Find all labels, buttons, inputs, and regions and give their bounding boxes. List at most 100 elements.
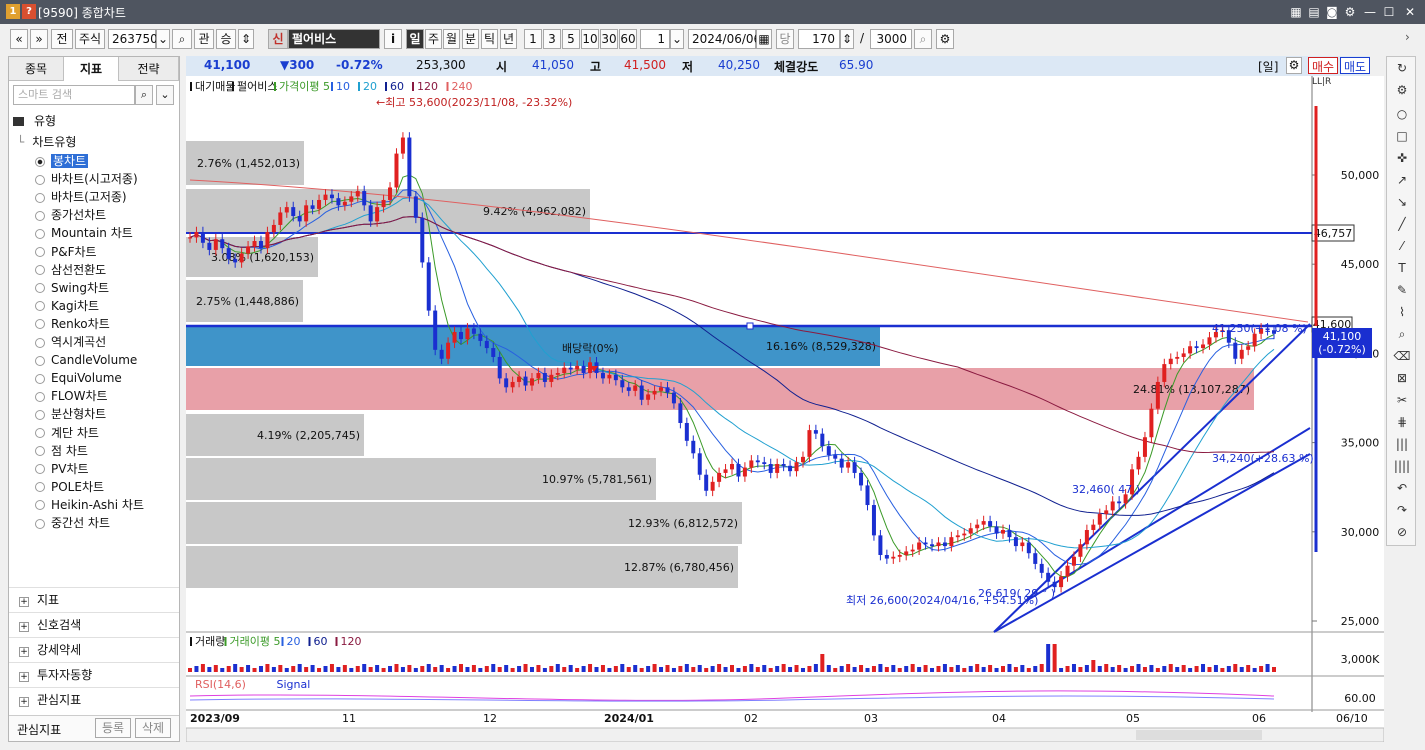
plus-icon[interactable]: + xyxy=(19,597,29,607)
section-2[interactable]: + 강세약세 xyxy=(9,637,179,662)
chart-type-option[interactable]: Renko차트 xyxy=(35,315,110,333)
section-3[interactable]: + 투자자동향 xyxy=(9,662,179,687)
radio-icon[interactable] xyxy=(35,228,45,239)
plus-icon[interactable]: + xyxy=(19,697,29,707)
pen-tool-icon[interactable]: ✎ xyxy=(1392,281,1412,299)
period-year[interactable]: 년 xyxy=(500,29,517,49)
gwan-button[interactable]: 관 xyxy=(194,29,214,49)
magnify-tool-icon[interactable]: ⌕ xyxy=(1392,325,1412,343)
search-icon[interactable]: ⌕ xyxy=(135,85,153,105)
toolbar-settings-icon[interactable]: ⚙ xyxy=(936,29,954,49)
type-button[interactable]: 주식 xyxy=(75,29,105,49)
chart-type-option[interactable]: 분산형차트 xyxy=(35,405,106,423)
line-tool-icon[interactable]: ╱ xyxy=(1392,215,1412,233)
calendar-icon[interactable]: ▦ xyxy=(756,29,772,49)
unit-input[interactable]: 1 xyxy=(640,29,670,49)
rectangle-tool-icon[interactable]: □ xyxy=(1392,127,1412,145)
scissors-icon[interactable]: ✂ xyxy=(1392,391,1412,409)
tab-indicator[interactable]: 지표 xyxy=(64,57,119,81)
chart-type-option[interactable]: Mountain 차트 xyxy=(35,224,133,242)
chart-type-option[interactable]: 계단 차트 xyxy=(35,424,99,442)
chart-type-option[interactable]: 봉차트 xyxy=(35,152,89,170)
maximize-icon[interactable]: ☐ xyxy=(1381,4,1397,20)
unit-dropdown-icon[interactable]: ⌄ xyxy=(670,29,684,49)
num-60[interactable]: 60 xyxy=(619,29,637,49)
gann-icon[interactable]: ⋕ xyxy=(1392,413,1412,431)
stock-name[interactable]: 펄어비스 xyxy=(288,29,380,49)
text-tool-icon[interactable]: T xyxy=(1392,259,1412,277)
date-input[interactable]: 2024/06/06 xyxy=(688,29,761,49)
num-1[interactable]: 1 xyxy=(524,29,542,49)
dang-button[interactable]: 당 xyxy=(776,29,794,49)
cross-tool-icon[interactable]: ✜ xyxy=(1392,149,1412,167)
radio-icon[interactable] xyxy=(35,518,45,529)
chart-type-option[interactable]: Heikin-Ashi 차트 xyxy=(35,496,144,514)
chart-svg[interactable]: 2.76% (1,452,013)9.42% (4,962,082)3.08% … xyxy=(185,76,1385,743)
type-folder[interactable]: 유형 xyxy=(13,112,56,130)
chart-type-group[interactable]: └ 차트유형 xyxy=(17,133,76,151)
radio-icon[interactable] xyxy=(35,446,45,457)
chart-type-option[interactable]: PV차트 xyxy=(35,460,89,478)
vertical-lines2-icon[interactable]: |||| xyxy=(1392,457,1412,475)
plus-icon[interactable]: + xyxy=(19,647,29,657)
chart-type-option[interactable]: 중간선 차트 xyxy=(35,514,110,532)
settings-icon[interactable]: ⚙ xyxy=(1342,4,1358,20)
fib-tool-icon[interactable]: ⌇ xyxy=(1392,303,1412,321)
chart-type-option[interactable]: CandleVolume xyxy=(35,351,137,369)
section-4[interactable]: + 관심지표 xyxy=(9,687,179,712)
num-3[interactable]: 3 xyxy=(543,29,561,49)
radio-icon[interactable] xyxy=(35,500,45,511)
period-minute[interactable]: 분 xyxy=(462,29,479,49)
close-icon[interactable]: ✕ xyxy=(1402,4,1418,20)
chart-type-option[interactable]: 삼선전환도 xyxy=(35,261,106,279)
total-input[interactable]: 3000 xyxy=(870,29,912,49)
radio-icon[interactable] xyxy=(35,373,45,384)
radio-icon[interactable] xyxy=(35,265,45,276)
jeon-button[interactable]: 전 xyxy=(51,29,73,49)
radio-icon[interactable] xyxy=(35,301,45,312)
undo-icon[interactable]: ↶ xyxy=(1392,479,1412,497)
radio-icon[interactable] xyxy=(35,283,45,294)
radio-icon[interactable] xyxy=(35,391,45,402)
chart-type-option[interactable]: 역시계곡선 xyxy=(35,333,106,351)
chart-type-option[interactable]: FLOW차트 xyxy=(35,387,108,405)
chart-type-option[interactable]: Swing차트 xyxy=(35,279,109,297)
radio-icon[interactable] xyxy=(35,464,45,475)
radio-icon[interactable] xyxy=(35,428,45,438)
section-1[interactable]: + 신호검색 xyxy=(9,612,179,637)
code-input[interactable]: 263750 xyxy=(108,29,158,49)
vertical-lines-icon[interactable]: ||| xyxy=(1392,435,1412,453)
next-button[interactable]: » xyxy=(30,29,48,49)
tool-settings-icon[interactable]: ⚙ xyxy=(1392,81,1412,99)
delete-tool-icon[interactable]: ⊘ xyxy=(1392,523,1412,541)
ray-tool-icon[interactable]: ↘ xyxy=(1392,193,1412,211)
chart-type-option[interactable]: Kagi차트 xyxy=(35,297,99,315)
side-arrow-icon[interactable]: › xyxy=(1405,30,1410,44)
code-dropdown-icon[interactable]: ⌄ xyxy=(156,29,170,49)
sell-button[interactable]: 매도 xyxy=(1340,57,1370,74)
updown-icon[interactable]: ⇕ xyxy=(238,29,254,49)
window-num-1[interactable]: 1 xyxy=(6,4,20,19)
smart-search-input[interactable]: 스마트 검색 xyxy=(13,85,135,105)
chart-type-option[interactable]: 바차트(시고저종) xyxy=(35,170,138,188)
radio-icon[interactable] xyxy=(35,192,45,203)
period-month[interactable]: 월 xyxy=(443,29,460,49)
radio-icon[interactable] xyxy=(35,210,45,221)
num-5[interactable]: 5 xyxy=(562,29,580,49)
count-spinner-icon[interactable]: ⇕ xyxy=(840,29,854,49)
radio-icon[interactable] xyxy=(35,337,45,348)
radio-icon[interactable] xyxy=(35,156,45,167)
window-num-2[interactable]: ? xyxy=(22,4,36,19)
info-button[interactable]: i xyxy=(384,29,402,49)
plus-icon[interactable]: + xyxy=(19,622,29,632)
circle-tool-icon[interactable]: ○ xyxy=(1392,105,1412,123)
radio-icon[interactable] xyxy=(35,319,45,330)
layout-icon[interactable]: ▦ xyxy=(1288,4,1304,20)
register-button[interactable]: 등록 xyxy=(95,718,131,738)
buy-button[interactable]: 매수 xyxy=(1308,57,1338,74)
plus-icon[interactable]: + xyxy=(19,672,29,682)
tab-strategy[interactable]: 전략 xyxy=(119,57,179,81)
delete-button[interactable]: 삭제 xyxy=(135,718,171,738)
period-week[interactable]: 주 xyxy=(425,29,442,49)
rank-button[interactable]: 승 xyxy=(216,29,236,49)
